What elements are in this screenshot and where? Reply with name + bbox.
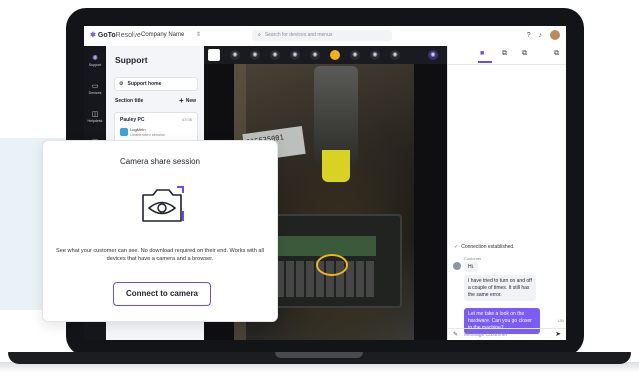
- check-icon: ✓: [454, 244, 459, 250]
- highlight-color-icon[interactable]: [330, 50, 340, 60]
- nav-label: Support: [88, 63, 102, 67]
- shield-icon[interactable]: ◉: [370, 50, 380, 60]
- message-composer: ✎ Message Customer ➤: [448, 328, 566, 340]
- help-icon[interactable]: ?: [527, 32, 531, 39]
- nav-item-devices[interactable]: ▭ Devices: [84, 82, 106, 95]
- company-selector[interactable]: Company Name ⇕: [134, 31, 201, 38]
- nav-label: Devices: [88, 91, 102, 95]
- copy-tab-icon[interactable]: ⧉: [502, 50, 507, 58]
- new-button[interactable]: + New: [179, 96, 196, 105]
- customer-label: Customer: [464, 256, 482, 261]
- section-title: Section title: [115, 98, 144, 104]
- goto-logo-icon: ✱: [90, 32, 96, 39]
- video-toolbar: ◉ ◉ ◉ ◉ ◉ ◉ ◉ ◉ ◉: [204, 46, 447, 64]
- agent-tag: UN: [558, 318, 564, 323]
- top-bar: ✱ GoToResolve Company Name ⇕ ⌕ Search for …: [84, 26, 566, 47]
- files-tab-icon[interactable]: ⧉: [522, 50, 527, 58]
- support-icon: ✺: [92, 55, 98, 62]
- device-screen-image: [276, 236, 376, 256]
- chat-tab-icon[interactable]: ■: [480, 50, 484, 57]
- session-name: Pauley PC: [120, 117, 145, 123]
- shield-icon[interactable]: ◉: [290, 50, 300, 60]
- nav-item-support[interactable]: ✺ Support: [84, 54, 106, 67]
- top-icons: ? ♪: [521, 30, 560, 40]
- nav-item-helpdesk[interactable]: ◫ Helpdesk: [84, 110, 106, 123]
- message-input[interactable]: Message Customer: [464, 332, 507, 338]
- popup-title: Camera share session: [119, 157, 201, 166]
- user-avatar[interactable]: [550, 30, 560, 40]
- camera-eye-icon: [142, 186, 184, 222]
- helpdesk-icon: ◫: [91, 111, 99, 118]
- popup-body: See what your customer can see. No downl…: [56, 248, 264, 263]
- send-icon[interactable]: ➤: [555, 330, 561, 338]
- chevron-updown-icon: ⇕: [196, 32, 202, 38]
- chat-message: I have tried to turn on and off a couple…: [464, 275, 536, 302]
- shield-icon[interactable]: ◉: [250, 50, 260, 60]
- laptop-notch: [275, 352, 363, 358]
- customer-avatar: [453, 262, 461, 270]
- search-placeholder: Search for devices and menus: [264, 32, 333, 38]
- paperclip-icon[interactable]: ✎: [453, 331, 458, 338]
- gear-icon: ⚙: [119, 81, 124, 87]
- shield-icon[interactable]: ◉: [390, 50, 400, 60]
- chat-tabs: ■ ⧉ ⧉ ⧉: [448, 46, 566, 65]
- new-label: New: [185, 98, 196, 104]
- session-status: Unattended session: [130, 132, 166, 137]
- session-time: 03:06: [181, 117, 192, 122]
- bell-icon[interactable]: ♪: [539, 32, 543, 39]
- support-home-button[interactable]: ⚙ Support home: [114, 77, 198, 91]
- chat-panel: ■ ⧉ ⧉ ⧉ ✓ Connection established. Custome…: [447, 46, 566, 340]
- plus-icon: +: [179, 96, 184, 105]
- shield-icon[interactable]: ◉: [310, 50, 320, 60]
- barcode-scanner-head: [322, 150, 350, 182]
- system-message-text: Connection established.: [461, 244, 515, 250]
- shield-icon[interactable]: ◉: [350, 50, 360, 60]
- brand-bold: GoTo: [97, 32, 116, 39]
- system-message: ✓ Connection established.: [454, 244, 515, 250]
- search-input[interactable]: ⌕ Search for devices and menus: [252, 30, 392, 41]
- chat-message: Hi.: [464, 262, 479, 272]
- annotation-circle: [316, 254, 348, 276]
- expand-tab-icon[interactable]: ⧉: [554, 50, 559, 58]
- nav-label: Helpdesk: [87, 119, 103, 123]
- panel-title: Support: [115, 55, 148, 65]
- active-tab-indicator: [478, 61, 492, 63]
- shield-icon[interactable]: ◉: [270, 50, 280, 60]
- capture-button[interactable]: [208, 49, 220, 61]
- company-name: Company Name: [141, 32, 185, 38]
- end-session-icon[interactable]: ◉: [428, 50, 438, 60]
- camera-share-popup: Camera share session See what your custo…: [42, 140, 278, 322]
- support-home-label: Support home: [127, 81, 162, 87]
- connect-to-camera-button[interactable]: Connect to camera: [113, 282, 211, 306]
- devices-icon: ▭: [91, 83, 99, 90]
- logmein-icon: [120, 128, 128, 136]
- search-icon: ⌕: [258, 32, 261, 38]
- shield-icon[interactable]: ◉: [230, 50, 240, 60]
